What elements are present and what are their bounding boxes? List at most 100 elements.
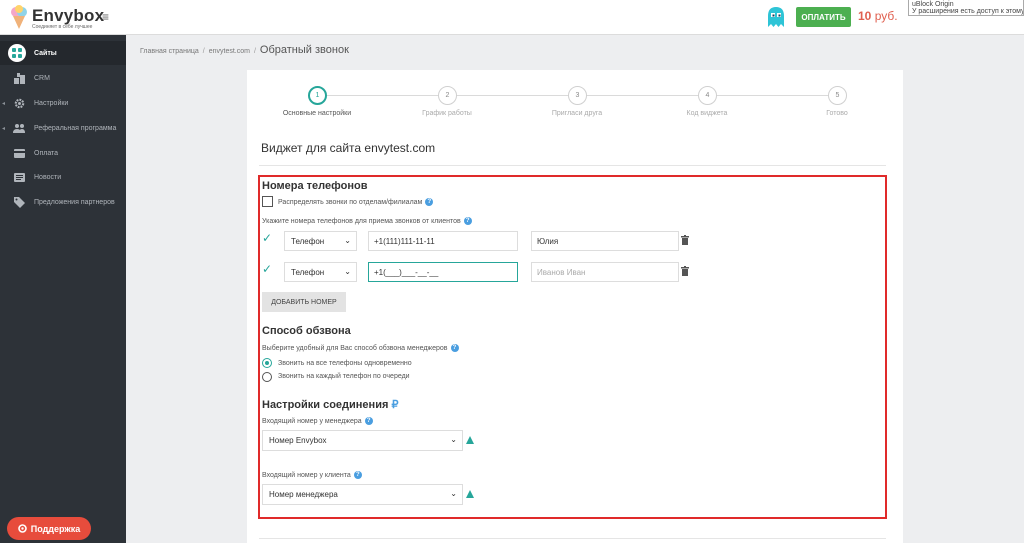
ublock-message: У расширения есть доступ к этому са — [912, 8, 1024, 15]
lifebuoy-icon — [17, 524, 27, 533]
client-number-label: Входящий номер у клиента? — [262, 471, 362, 479]
step-3-label: Пригласи друга — [551, 110, 603, 117]
phone-type-value: Телефон — [291, 236, 325, 246]
triangle-icon — [466, 436, 474, 444]
breadcrumb-separator: / — [202, 48, 205, 55]
phones-hint: Укажите номера телефонов для приема звон… — [262, 217, 472, 225]
trash-icon[interactable] — [681, 266, 689, 276]
sidebar-item-label: Оплата — [34, 149, 59, 157]
ruble-icon: ₽ — [391, 399, 399, 411]
distribute-label: Распределять звонки по отделам/филиалам? — [278, 198, 434, 206]
breadcrumb: Главная страница / envytest.com / Обратный з… — [140, 44, 349, 56]
sidebar-item-news[interactable]: Новости — [0, 165, 126, 189]
sidebar-item-label: Настройки — [34, 99, 69, 107]
divider — [259, 165, 886, 166]
sidebar-item-partners[interactable]: Предложения партнеров — [0, 190, 126, 214]
sidebar-item-referral[interactable]: ◂ Реферальная программа — [0, 116, 126, 140]
trash-icon[interactable] — [681, 235, 689, 245]
phone-type-select[interactable]: Телефон ⌄ — [284, 262, 357, 282]
manager-number-select[interactable]: Номер Envybox ⌄ — [262, 430, 463, 451]
sidebar-item-label: Новости — [34, 173, 62, 181]
sidebar-item-label: Сайты — [34, 49, 57, 57]
step-1-circle[interactable]: 1 — [308, 86, 327, 105]
distribute-checkbox[interactable] — [262, 196, 273, 207]
sidebar-item-payment[interactable]: Оплата — [0, 141, 126, 165]
phone-type-select[interactable]: Телефон ⌄ — [284, 231, 357, 251]
manager-number-label-text: Входящий номер у менеджера — [262, 417, 362, 425]
sidebar-item-sites[interactable]: Сайты — [0, 41, 126, 65]
sidebar: Сайты CRM ◂ Настройки ◂ Реферальная прог… — [0, 35, 126, 543]
crm-icon — [13, 72, 25, 84]
manager-number-value: Номер Envybox — [269, 436, 327, 445]
gear-icon — [13, 97, 25, 109]
phones-hint-text: Укажите номера телефонов для приема звон… — [262, 217, 461, 225]
step-3-circle[interactable]: 3 — [568, 86, 587, 105]
news-icon — [13, 171, 25, 183]
dial-option-all-radio[interactable] — [262, 358, 272, 368]
widget-title: Виджет для сайта envytest.com — [261, 141, 436, 155]
dial-section-title: Способ обзвона — [262, 325, 351, 337]
step-5-circle[interactable]: 5 — [828, 86, 847, 105]
phones-section-title: Номера телефонов — [262, 180, 368, 192]
manager-name-input[interactable]: Юлия — [531, 231, 679, 251]
divider — [259, 538, 886, 539]
check-icon: ✓ — [262, 231, 273, 245]
chevron-down-icon: ⌄ — [344, 267, 351, 276]
breadcrumb-site[interactable]: envytest.com — [209, 48, 250, 55]
envybox-logo-icon[interactable] — [8, 4, 30, 30]
connection-title-text: Настройки соединения — [262, 399, 389, 411]
distribute-label-text: Распределять звонки по отделам/филиалам — [278, 198, 423, 206]
pay-button[interactable]: ОПЛАТИТЬ — [796, 7, 851, 27]
sidebar-item-label: CRM — [34, 74, 50, 82]
brand-name: Envybox — [32, 6, 105, 25]
connection-section-title: Настройки соединения ₽ — [262, 398, 398, 411]
client-number-value: Номер менеджера — [269, 490, 338, 499]
hamburger-menu-icon[interactable]: ≡ — [102, 10, 109, 24]
balance: 10 руб. — [858, 9, 898, 23]
phone-number-input[interactable]: +1(111)111-11-11 — [368, 231, 518, 251]
dial-option-sequential-radio[interactable] — [262, 372, 272, 382]
dial-hint: Выберите удобный для Вас способ обзвона … — [262, 344, 459, 352]
support-label: Поддержка — [30, 523, 81, 534]
chevron-down-icon: ⌄ — [450, 489, 457, 498]
balance-unit: руб. — [874, 9, 898, 23]
add-number-button[interactable]: ДОБАВИТЬ НОМЕР — [262, 292, 346, 312]
help-icon[interactable]: ? — [425, 198, 434, 206]
expand-caret-icon: ◂ — [2, 125, 6, 132]
help-icon[interactable]: ? — [364, 417, 373, 425]
dial-option-all-label: Звонить на все телефоны одновременно — [278, 360, 412, 367]
ghost-icon[interactable] — [766, 6, 786, 28]
phone-number-input[interactable]: +1(___)___-__-__ — [368, 262, 518, 282]
chevron-down-icon: ⌄ — [450, 435, 457, 444]
step-4-label: Код виджета — [686, 110, 728, 117]
expand-caret-icon: ◂ — [2, 100, 6, 107]
manager-number-label: Входящий номер у менеджера? — [262, 417, 373, 425]
breadcrumb-current: Обратный звонок — [259, 44, 349, 56]
check-icon: ✓ — [262, 262, 273, 276]
sites-icon — [8, 44, 26, 62]
step-4-circle[interactable]: 4 — [698, 86, 717, 105]
client-number-label-text: Входящий номер у клиента — [262, 471, 351, 479]
sidebar-item-settings[interactable]: ◂ Настройки — [0, 91, 126, 115]
dial-hint-text: Выберите удобный для Вас способ обзвона … — [262, 344, 448, 352]
breadcrumb-home[interactable]: Главная страница — [140, 48, 199, 55]
users-icon — [13, 122, 25, 134]
support-button[interactable]: Поддержка — [7, 517, 91, 540]
phone-type-value: Телефон — [291, 267, 325, 277]
help-icon[interactable]: ? — [353, 471, 362, 479]
ublock-title: uBlock Origin — [912, 1, 954, 8]
step-1-label: Основные настройки — [282, 110, 352, 117]
chevron-down-icon: ⌄ — [344, 236, 351, 245]
tag-icon — [13, 196, 25, 208]
dial-option-sequential-label: Звонить на каждый телефон по очереди — [278, 373, 410, 380]
card-icon — [13, 147, 25, 159]
ublock-popup[interactable]: uBlock Origin У расширения есть доступ к… — [908, 0, 1024, 16]
help-icon[interactable]: ? — [463, 217, 472, 225]
manager-name-input[interactable]: Иванов Иван — [531, 262, 679, 282]
triangle-icon — [466, 490, 474, 498]
brand-tagline: Соединяет в себе лучшее — [32, 24, 93, 30]
step-2-circle[interactable]: 2 — [438, 86, 457, 105]
client-number-select[interactable]: Номер менеджера ⌄ — [262, 484, 463, 505]
help-icon[interactable]: ? — [450, 344, 459, 352]
sidebar-item-crm[interactable]: CRM — [0, 66, 126, 90]
